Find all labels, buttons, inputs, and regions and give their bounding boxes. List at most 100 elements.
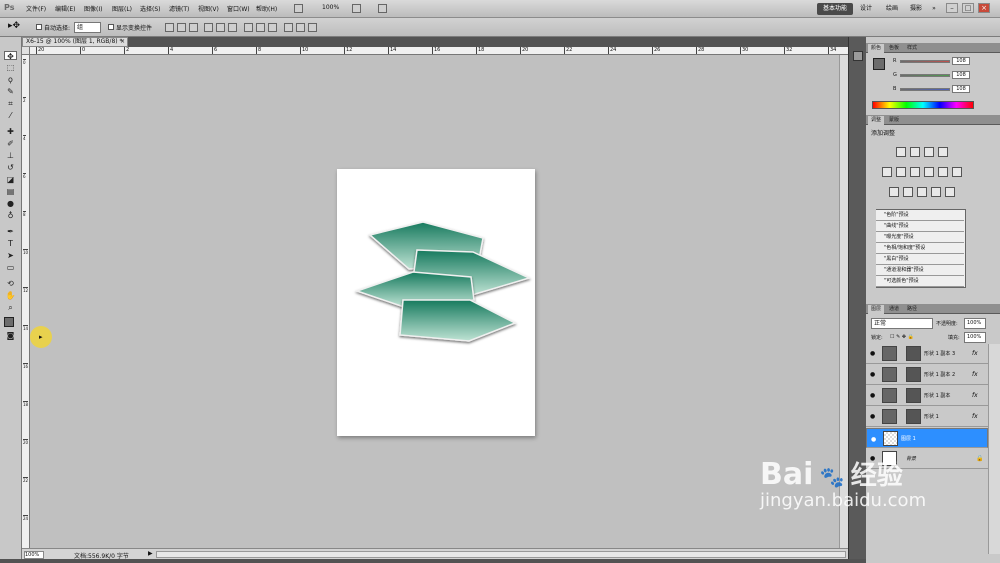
black-white-icon[interactable] — [924, 167, 934, 177]
zoom-level-menu[interactable]: 100% — [322, 4, 339, 11]
clone-stamp-tool-icon[interactable]: ⊥ — [4, 151, 17, 160]
fx-icon[interactable]: fx — [972, 371, 978, 378]
preset-exposure[interactable]: "曝光度"预设 — [876, 232, 964, 243]
tab-channels[interactable]: 通道 — [886, 305, 902, 314]
vibrance-icon[interactable] — [882, 167, 892, 177]
photo-filter-icon[interactable] — [938, 167, 948, 177]
color-spectrum-bar[interactable] — [872, 101, 974, 109]
horizontal-ruler[interactable]: 20 0 2 4 6 8 10 12 14 16 18 20 22 24 26 28 30 32 34 — [30, 47, 850, 55]
tab-styles[interactable]: 样式 — [904, 44, 920, 53]
auto-align-icon[interactable] — [308, 23, 317, 32]
healing-brush-tool-icon[interactable]: ✚ — [4, 127, 17, 136]
menu-view[interactable]: 视图(V) — [198, 4, 219, 13]
hand-tool-icon[interactable]: ✋ — [4, 291, 17, 300]
marquee-tool-icon[interactable]: ⬚ — [4, 63, 17, 72]
levels-icon[interactable] — [910, 147, 920, 157]
fx-icon[interactable]: fx — [972, 392, 978, 399]
tab-color[interactable]: 颜色 — [868, 44, 885, 53]
distribute-top-icon[interactable] — [244, 23, 253, 32]
pen-tool-icon[interactable]: ✒ — [4, 227, 17, 236]
channel-r-slider[interactable] — [900, 60, 950, 63]
opacity-field[interactable]: 100% — [964, 318, 986, 329]
crop-tool-icon[interactable]: ⌗ — [4, 99, 17, 108]
posterize-icon[interactable] — [903, 187, 913, 197]
history-brush-tool-icon[interactable]: ↺ — [4, 163, 17, 172]
layer-row[interactable]: ● 形状 1 fx — [866, 407, 988, 427]
type-tool-icon[interactable]: T — [4, 239, 17, 248]
3d-rotate-tool-icon[interactable]: ⟲ — [4, 279, 17, 288]
align-bottom-icon[interactable] — [189, 23, 198, 32]
color-foreground-swatch[interactable] — [873, 58, 885, 70]
ruler-origin[interactable] — [22, 47, 30, 55]
layer-row[interactable]: ● 形状 1 副本 3 fx — [866, 344, 988, 364]
foreground-color-swatch[interactable] — [4, 317, 14, 327]
visibility-eye-icon[interactable]: ● — [870, 371, 875, 378]
brightness-icon[interactable] — [896, 147, 906, 157]
visibility-eye-icon[interactable]: ● — [871, 435, 876, 444]
channel-r-value[interactable]: 108 — [952, 57, 970, 65]
menu-edit[interactable]: 编辑(E) — [55, 4, 75, 13]
auto-select-dropdown[interactable]: 组 — [74, 22, 101, 33]
curves-icon[interactable] — [924, 147, 934, 157]
channel-g-value[interactable]: 108 — [952, 71, 970, 79]
quick-mask-icon[interactable]: ◙ — [4, 331, 17, 340]
tab-paths[interactable]: 路径 — [904, 305, 920, 314]
invert-icon[interactable] — [889, 187, 899, 197]
distribute-bottom-icon[interactable] — [268, 23, 277, 32]
preset-levels[interactable]: "色阶"预设 — [876, 210, 964, 221]
workspace-photography[interactable]: 摄影 — [908, 3, 924, 15]
workspace-design[interactable]: 设计 — [858, 3, 874, 15]
align-hcenter-icon[interactable] — [216, 23, 225, 32]
tab-masks[interactable]: 蒙版 — [886, 116, 902, 125]
history-panel-icon[interactable] — [853, 51, 863, 61]
close-document-icon[interactable]: × — [120, 38, 125, 46]
close-button[interactable]: × — [978, 3, 990, 13]
tab-adjustments[interactable]: 调整 — [868, 116, 885, 125]
minimize-button[interactable]: – — [946, 3, 958, 13]
distribute-hcenter-icon[interactable] — [296, 23, 305, 32]
fill-field[interactable]: 100% — [964, 332, 986, 343]
menu-window[interactable]: 窗口(W) — [227, 4, 250, 13]
dodge-tool-icon[interactable]: ♁ — [4, 211, 17, 220]
status-menu-arrow[interactable]: ▶ — [148, 550, 153, 557]
layer-name[interactable]: 形状 1 — [924, 413, 939, 420]
channel-b-value[interactable]: 108 — [952, 85, 970, 93]
distribute-left-icon[interactable] — [284, 23, 293, 32]
align-vcenter-icon[interactable] — [177, 23, 186, 32]
auto-select-checkbox[interactable] — [36, 24, 42, 30]
preset-hue-saturation[interactable]: "色相/饱和度"预设 — [876, 243, 964, 254]
move-tool-icon[interactable]: ▸✥ — [8, 21, 20, 31]
visibility-eye-icon[interactable]: ● — [870, 350, 875, 357]
blend-mode-dropdown[interactable]: 正常 — [871, 318, 933, 329]
visibility-eye-icon[interactable]: ● — [870, 392, 875, 399]
vertical-ruler[interactable]: 0 2 4 6 8 10 12 14 16 18 20 22 24 — [22, 55, 30, 548]
tab-layers[interactable]: 图层 — [868, 305, 885, 314]
horizontal-scrollbar[interactable] — [156, 551, 846, 558]
screen-mode-icon[interactable] — [378, 4, 387, 13]
document-tab[interactable]: X6-15 @ 100% (图层 1, RGB/8) * × — [22, 37, 128, 47]
fx-icon[interactable]: fx — [972, 413, 978, 420]
arrange-icon[interactable] — [352, 4, 361, 13]
layer-name[interactable]: 形状 1 副本 — [924, 392, 950, 399]
threshold-icon[interactable] — [917, 187, 927, 197]
color-balance-icon[interactable] — [910, 167, 920, 177]
lasso-tool-icon[interactable]: ϙ — [4, 75, 17, 84]
exposure-icon[interactable] — [938, 147, 948, 157]
blur-tool-icon[interactable]: ● — [4, 199, 17, 208]
eraser-tool-icon[interactable]: ◪ — [4, 175, 17, 184]
fx-icon[interactable]: fx — [972, 350, 978, 357]
gradient-tool-icon[interactable]: ▤ — [4, 187, 17, 196]
channel-b-slider[interactable] — [900, 88, 950, 91]
layer-name[interactable]: 形状 1 副本 2 — [924, 371, 955, 378]
gradient-map-icon[interactable] — [931, 187, 941, 197]
workspace-painting[interactable]: 绘画 — [884, 3, 900, 15]
move-tool-icon[interactable]: ✥ — [4, 51, 17, 61]
menu-filter[interactable]: 滤镜(T) — [169, 4, 189, 13]
layer-row[interactable]: ● 形状 1 副本 fx — [866, 386, 988, 406]
path-select-tool-icon[interactable]: ➤ — [4, 251, 17, 260]
workspace-essentials[interactable]: 基本功能 — [817, 3, 853, 15]
workspace-more[interactable]: » — [930, 3, 938, 15]
shape-tool-icon[interactable]: ▭ — [4, 263, 17, 272]
show-transform-checkbox[interactable] — [108, 24, 114, 30]
align-top-icon[interactable] — [165, 23, 174, 32]
